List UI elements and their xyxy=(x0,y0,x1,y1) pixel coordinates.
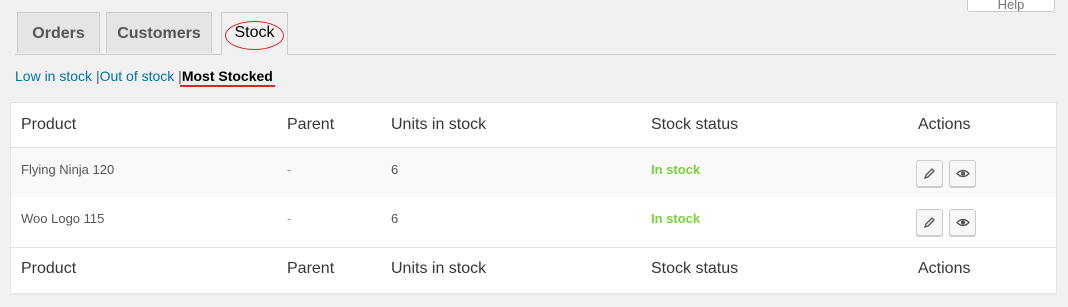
tab-stock-label: Stock xyxy=(234,24,275,41)
pencil-icon xyxy=(923,167,935,179)
column-footer-product[interactable]: Product xyxy=(11,246,277,290)
row-actions xyxy=(903,147,1056,197)
filter-out-of-stock[interactable]: Out of stock xyxy=(100,68,175,84)
stock-status: In stock xyxy=(651,211,701,226)
view-button[interactable] xyxy=(949,209,976,236)
highlight-underline xyxy=(179,85,275,87)
table-header-row: Product Parent Units in stock Stock stat… xyxy=(11,103,1056,148)
column-footer-units[interactable]: Units in stock xyxy=(381,246,641,290)
tab-stock[interactable]: Stock xyxy=(221,12,288,55)
stock-status: In stock xyxy=(641,147,903,197)
pencil-icon xyxy=(923,217,935,229)
edit-button[interactable] xyxy=(916,209,943,236)
eye-icon xyxy=(956,169,970,177)
column-header-units[interactable]: Units in stock xyxy=(381,103,641,148)
tab-customers[interactable]: Customers xyxy=(106,12,212,53)
table-row: Woo Logo 115 - 6 In stock xyxy=(11,197,1056,247)
column-footer-status[interactable]: Stock status xyxy=(641,246,903,290)
column-header-actions: Actions xyxy=(903,103,1056,148)
table-row: Flying Ninja 120 - 6 In stock xyxy=(11,147,1056,197)
product-name: Flying Ninja 120 xyxy=(11,147,277,197)
column-header-parent[interactable]: Parent xyxy=(277,103,381,148)
filter-most-stocked-label: Most Stocked xyxy=(181,68,273,84)
eye-icon xyxy=(956,218,970,227)
filter-most-stocked[interactable]: Most Stocked xyxy=(179,68,275,87)
column-footer-parent[interactable]: Parent xyxy=(277,246,381,290)
table-footer-row: Product Parent Units in stock Stock stat… xyxy=(11,246,1056,290)
units-value: 6 xyxy=(381,147,641,197)
parent-value: - xyxy=(277,147,381,197)
report-tabs: Orders Customers Stock xyxy=(15,11,1056,55)
column-header-product[interactable]: Product xyxy=(11,103,277,148)
column-header-status[interactable]: Stock status xyxy=(641,103,903,148)
filter-low-in-stock[interactable]: Low in stock xyxy=(15,68,92,84)
stock-table: Product Parent Units in stock Stock stat… xyxy=(10,102,1057,294)
parent-value: - xyxy=(287,211,292,226)
row-actions xyxy=(903,197,1056,247)
stock-filter-links: Low in stock |Out of stock |Most Stocked xyxy=(15,66,275,87)
view-button[interactable] xyxy=(949,159,976,187)
product-name: Woo Logo 115 xyxy=(21,211,105,226)
reports-page: Help Orders Customers Stock Low in stock… xyxy=(0,0,1068,307)
tab-orders[interactable]: Orders xyxy=(17,12,100,53)
edit-button[interactable] xyxy=(916,159,943,187)
units-value: 6 xyxy=(391,211,399,226)
column-footer-actions: Actions xyxy=(903,246,1056,290)
